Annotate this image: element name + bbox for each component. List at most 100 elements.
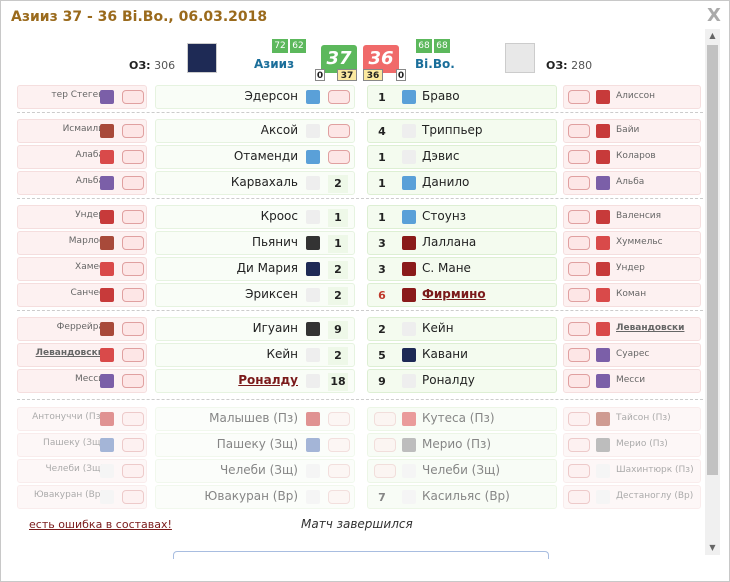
away-lineup-row[interactable]: 3 Лаллана — [367, 231, 557, 255]
select-toggle[interactable] — [122, 490, 144, 504]
scrollbar[interactable]: ▲ ▼ — [705, 29, 720, 555]
away-team-name[interactable]: Bi.Bo. — [415, 57, 455, 71]
away-reserve-row[interactable]: Мерио (Пз) — [563, 433, 701, 457]
select-toggle[interactable] — [568, 374, 590, 388]
home-lineup-row[interactable]: Челеби (Зщ) — [155, 459, 355, 483]
away-lineup-row[interactable]: 2 Кейн — [367, 317, 557, 341]
select-toggle[interactable] — [122, 438, 144, 452]
home-reserve-row[interactable]: Месси — [17, 369, 147, 393]
scroll-down-icon[interactable]: ▼ — [705, 541, 720, 555]
select-toggle[interactable] — [122, 288, 144, 302]
away-lineup-row[interactable]: Кутеса (Пз) — [367, 407, 557, 431]
select-toggle[interactable] — [122, 90, 144, 104]
home-reserve-row[interactable]: Алаба — [17, 145, 147, 169]
away-lineup-row[interactable]: 1 Данило — [367, 171, 557, 195]
away-lineup-row[interactable]: Мерио (Пз) — [367, 433, 557, 457]
home-lineup-row[interactable]: Роналду 18 — [155, 369, 355, 393]
away-reserve-row[interactable]: Байи — [563, 119, 701, 143]
home-reserve-row[interactable]: Марлос — [17, 231, 147, 255]
away-reserve-row[interactable]: Левандовски — [563, 317, 701, 341]
select-toggle[interactable] — [328, 412, 350, 426]
home-lineup-row[interactable]: Карвахаль 2 — [155, 171, 355, 195]
away-reserve-row[interactable]: Коман — [563, 283, 701, 307]
select-toggle[interactable] — [122, 236, 144, 250]
away-reserve-row[interactable]: Шахинтюрк (Пз) — [563, 459, 701, 483]
select-toggle[interactable] — [122, 176, 144, 190]
select-toggle[interactable] — [328, 150, 350, 164]
home-lineup-row[interactable]: Пашеку (Зщ) — [155, 433, 355, 457]
away-reserve-row[interactable]: Валенсия — [563, 205, 701, 229]
report-error-link[interactable]: есть ошибка в составах! — [29, 518, 172, 531]
away-lineup-row[interactable]: 5 Кавани — [367, 343, 557, 367]
home-lineup-row[interactable]: Ди Мария 2 — [155, 257, 355, 281]
select-toggle[interactable] — [568, 176, 590, 190]
away-reserve-row[interactable]: Коларов — [563, 145, 701, 169]
home-lineup-row[interactable]: Отаменди — [155, 145, 355, 169]
home-reserve-row[interactable]: Ундер — [17, 205, 147, 229]
select-toggle[interactable] — [374, 464, 396, 478]
select-toggle[interactable] — [374, 412, 396, 426]
home-lineup-row[interactable]: Пьянич 1 — [155, 231, 355, 255]
home-reserve-row[interactable]: тер Стеген — [17, 85, 147, 109]
select-toggle[interactable] — [122, 348, 144, 362]
select-toggle[interactable] — [568, 124, 590, 138]
home-lineup-row[interactable]: Ювакуран (Вр) — [155, 485, 355, 509]
home-reserve-row[interactable]: Челеби (Зщ) — [17, 459, 147, 483]
away-lineup-row[interactable]: 1 Стоунз — [367, 205, 557, 229]
away-lineup-row[interactable]: 3 С. Мане — [367, 257, 557, 281]
select-toggle[interactable] — [328, 124, 350, 138]
select-toggle[interactable] — [122, 262, 144, 276]
home-reserve-row[interactable]: Санчес — [17, 283, 147, 307]
away-reserve-row[interactable]: Тайсон (Пз) — [563, 407, 701, 431]
away-reserve-row[interactable]: Хуммельс — [563, 231, 701, 255]
select-toggle[interactable] — [568, 464, 590, 478]
away-reserve-row[interactable]: Ундер — [563, 257, 701, 281]
select-toggle[interactable] — [568, 438, 590, 452]
away-reserve-row[interactable]: Алиссон — [563, 85, 701, 109]
home-lineup-row[interactable]: Кроос 1 — [155, 205, 355, 229]
select-toggle[interactable] — [122, 374, 144, 388]
close-icon[interactable]: X — [707, 5, 721, 26]
home-reserve-row[interactable]: Хамес — [17, 257, 147, 281]
home-lineup-row[interactable]: Эдерсон — [155, 85, 355, 109]
select-toggle[interactable] — [328, 90, 350, 104]
home-reserve-row[interactable]: Пашеку (Зщ) — [17, 433, 147, 457]
select-toggle[interactable] — [568, 490, 590, 504]
select-toggle[interactable] — [568, 150, 590, 164]
select-toggle[interactable] — [122, 412, 144, 426]
home-reserve-row[interactable]: Антонуччи (Пз) — [17, 407, 147, 431]
select-toggle[interactable] — [122, 150, 144, 164]
home-reserve-row[interactable]: Феррейра — [17, 317, 147, 341]
home-lineup-row[interactable]: Игуаин 9 — [155, 317, 355, 341]
away-lineup-row[interactable]: 6 Фирмино — [367, 283, 557, 307]
home-reserve-row[interactable]: Ювакуран (Вр) — [17, 485, 147, 509]
scroll-up-icon[interactable]: ▲ — [705, 29, 720, 43]
select-toggle[interactable] — [328, 464, 350, 478]
home-lineup-row[interactable]: Малышев (Пз) — [155, 407, 355, 431]
away-lineup-row[interactable]: 9 Роналду — [367, 369, 557, 393]
home-team-name[interactable]: Азииз — [254, 57, 294, 71]
select-toggle[interactable] — [568, 90, 590, 104]
home-reserve-row[interactable]: Альба — [17, 171, 147, 195]
home-reserve-row[interactable]: Исмаили — [17, 119, 147, 143]
away-reserve-row[interactable]: Альба — [563, 171, 701, 195]
select-toggle[interactable] — [328, 490, 350, 504]
select-toggle[interactable] — [122, 322, 144, 336]
select-toggle[interactable] — [568, 288, 590, 302]
scroll-thumb[interactable] — [707, 45, 718, 475]
select-toggle[interactable] — [374, 438, 396, 452]
away-lineup-row[interactable]: 1 Дэвис — [367, 145, 557, 169]
home-lineup-row[interactable]: Кейн 2 — [155, 343, 355, 367]
away-lineup-row[interactable]: 4 Триппьер — [367, 119, 557, 143]
select-toggle[interactable] — [122, 210, 144, 224]
away-reserve-row[interactable]: Месси — [563, 369, 701, 393]
select-toggle[interactable] — [568, 262, 590, 276]
home-reserve-row[interactable]: Левандовски — [17, 343, 147, 367]
away-reserve-row[interactable]: Суарес — [563, 343, 701, 367]
select-toggle[interactable] — [122, 464, 144, 478]
select-toggle[interactable] — [568, 210, 590, 224]
away-lineup-row[interactable]: Челеби (Зщ) — [367, 459, 557, 483]
select-toggle[interactable] — [568, 322, 590, 336]
select-toggle[interactable] — [122, 124, 144, 138]
select-toggle[interactable] — [568, 348, 590, 362]
